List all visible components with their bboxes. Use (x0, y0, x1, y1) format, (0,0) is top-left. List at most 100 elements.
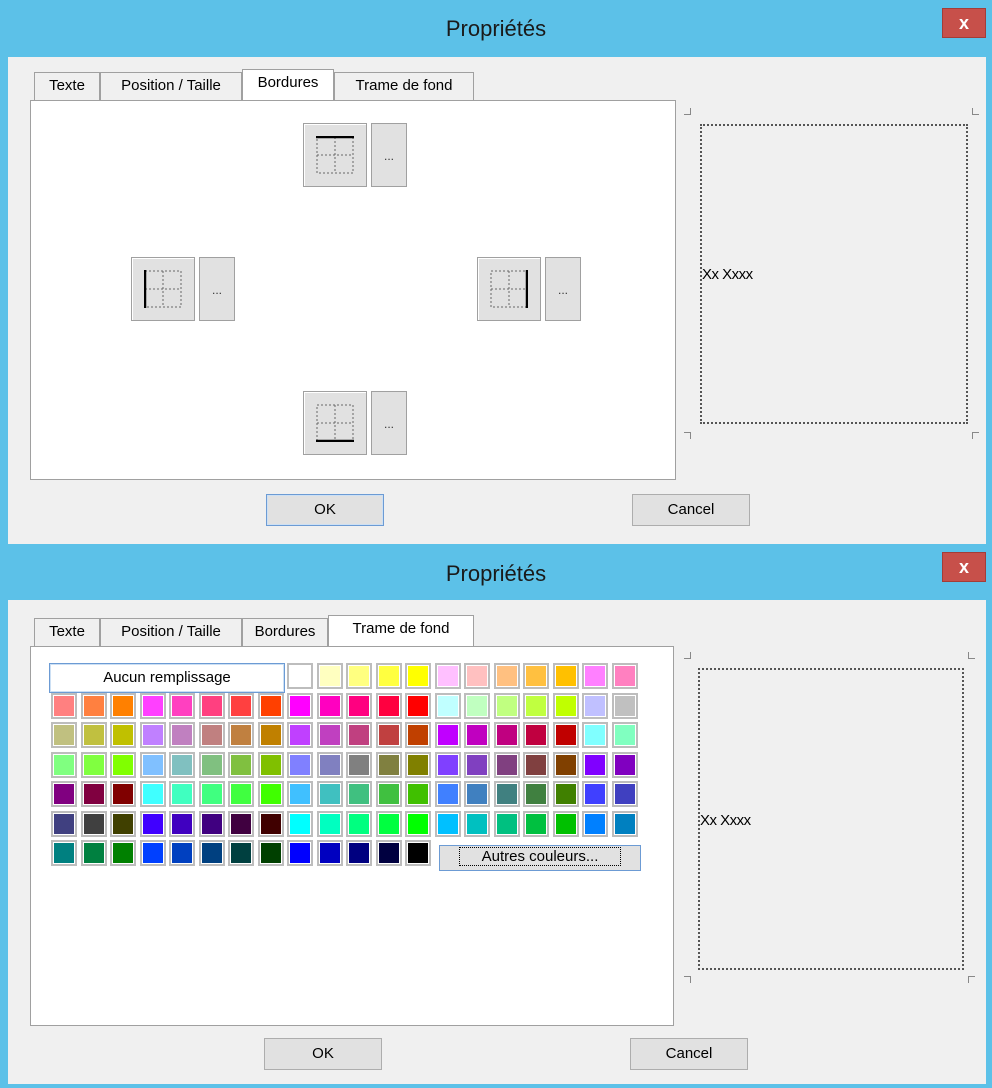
cancel-button[interactable]: Cancel (630, 1038, 748, 1070)
color-swatch[interactable] (375, 751, 402, 778)
color-swatch[interactable] (464, 722, 490, 748)
color-swatch[interactable] (198, 840, 225, 866)
color-swatch[interactable] (228, 692, 254, 719)
color-swatch[interactable] (198, 751, 225, 778)
color-swatch[interactable] (169, 781, 195, 807)
color-swatch[interactable] (257, 722, 284, 748)
color-swatch[interactable] (493, 781, 520, 807)
border-left-button[interactable] (131, 257, 195, 321)
color-swatch[interactable] (110, 781, 136, 807)
color-swatch[interactable] (228, 840, 254, 866)
color-swatch[interactable] (434, 810, 461, 837)
color-swatch[interactable] (611, 781, 638, 807)
color-swatch[interactable] (316, 751, 343, 778)
color-swatch[interactable] (139, 722, 166, 748)
color-swatch[interactable] (552, 692, 579, 719)
title-bar[interactable]: Propriétés x (0, 548, 992, 600)
color-swatch[interactable] (434, 781, 461, 807)
color-swatch[interactable] (110, 722, 136, 748)
color-swatch[interactable] (523, 810, 549, 837)
color-swatch[interactable] (198, 722, 225, 748)
color-swatch[interactable] (375, 692, 402, 719)
color-swatch[interactable] (169, 751, 195, 778)
color-swatch[interactable] (51, 781, 77, 807)
color-swatch[interactable] (464, 663, 490, 689)
color-swatch[interactable] (552, 663, 579, 689)
color-swatch[interactable] (257, 810, 284, 837)
color-swatch[interactable] (316, 840, 343, 866)
color-swatch[interactable] (523, 722, 549, 748)
color-swatch[interactable] (582, 722, 608, 748)
color-swatch[interactable] (346, 663, 372, 689)
color-swatch[interactable] (611, 722, 638, 748)
color-swatch[interactable] (493, 810, 520, 837)
color-swatch[interactable] (316, 810, 343, 837)
tab-bordures[interactable]: Bordures (242, 618, 328, 646)
color-swatch[interactable] (169, 692, 195, 719)
color-swatch[interactable] (582, 692, 608, 719)
color-swatch[interactable] (464, 781, 490, 807)
color-swatch[interactable] (316, 692, 343, 719)
color-swatch[interactable] (51, 751, 77, 778)
color-swatch[interactable] (110, 840, 136, 866)
color-swatch[interactable] (198, 781, 225, 807)
color-swatch[interactable] (523, 781, 549, 807)
color-swatch[interactable] (80, 692, 107, 719)
color-swatch[interactable] (582, 781, 608, 807)
color-swatch[interactable] (287, 663, 313, 689)
ok-button[interactable]: OK (266, 494, 384, 526)
tab-texte[interactable]: Texte (34, 72, 100, 100)
cancel-button[interactable]: Cancel (632, 494, 750, 526)
tab-texte[interactable]: Texte (34, 618, 100, 646)
color-swatch[interactable] (257, 751, 284, 778)
color-swatch[interactable] (552, 781, 579, 807)
color-swatch[interactable] (139, 751, 166, 778)
color-swatch[interactable] (198, 692, 225, 719)
color-swatch[interactable] (51, 692, 77, 719)
color-swatch[interactable] (611, 663, 638, 689)
color-swatch[interactable] (80, 722, 107, 748)
color-swatch[interactable] (552, 722, 579, 748)
border-bottom-button[interactable] (303, 391, 367, 455)
color-swatch[interactable] (287, 751, 313, 778)
tab-trame-de-fond[interactable]: Trame de fond (334, 72, 474, 100)
no-fill-button[interactable]: Aucun remplissage (49, 663, 285, 693)
color-swatch[interactable] (139, 692, 166, 719)
color-swatch[interactable] (80, 751, 107, 778)
color-swatch[interactable] (51, 810, 77, 837)
color-swatch[interactable] (464, 810, 490, 837)
color-swatch[interactable] (552, 810, 579, 837)
color-swatch[interactable] (316, 663, 343, 689)
border-bottom-more-button[interactable]: ... (371, 391, 407, 455)
color-swatch[interactable] (316, 722, 343, 748)
color-swatch[interactable] (287, 781, 313, 807)
color-swatch[interactable] (375, 781, 402, 807)
color-swatch[interactable] (611, 692, 638, 719)
color-swatch[interactable] (169, 810, 195, 837)
color-swatch[interactable] (139, 810, 166, 837)
color-swatch[interactable] (316, 781, 343, 807)
color-swatch[interactable] (228, 810, 254, 837)
color-swatch[interactable] (346, 840, 372, 866)
tab-position-taille[interactable]: Position / Taille (100, 618, 242, 646)
color-swatch[interactable] (257, 692, 284, 719)
tab-bordures[interactable]: Bordures (242, 69, 334, 100)
color-swatch[interactable] (51, 840, 77, 866)
color-swatch[interactable] (582, 810, 608, 837)
color-swatch[interactable] (523, 692, 549, 719)
border-right-more-button[interactable]: ... (545, 257, 581, 321)
color-swatch[interactable] (346, 810, 372, 837)
more-colors-button[interactable]: Autres couleurs... (439, 845, 641, 871)
color-swatch[interactable] (287, 692, 313, 719)
border-top-more-button[interactable]: ... (371, 123, 407, 187)
color-swatch[interactable] (375, 663, 402, 689)
color-swatch[interactable] (228, 781, 254, 807)
color-swatch[interactable] (257, 781, 284, 807)
color-swatch[interactable] (80, 781, 107, 807)
color-swatch[interactable] (375, 722, 402, 748)
color-swatch[interactable] (611, 810, 638, 837)
tab-position-taille[interactable]: Position / Taille (100, 72, 242, 100)
color-swatch[interactable] (287, 840, 313, 866)
color-swatch[interactable] (493, 722, 520, 748)
color-swatch[interactable] (257, 840, 284, 866)
